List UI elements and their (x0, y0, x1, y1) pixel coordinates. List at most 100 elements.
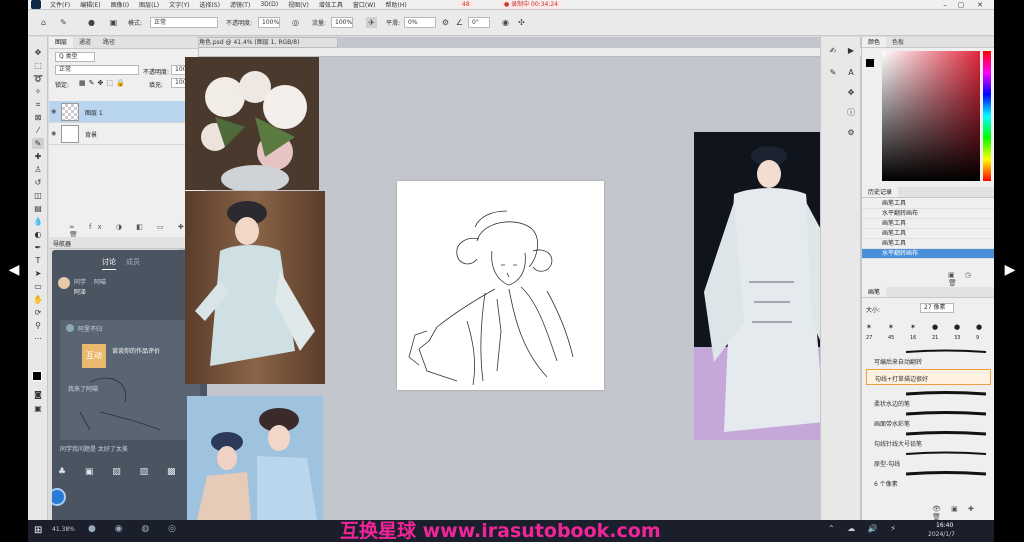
recording-chip-1[interactable]: 48 (458, 1, 474, 9)
crop-tool-icon[interactable]: ⌗ (32, 99, 44, 110)
brush-item[interactable]: 6 个像素 (866, 471, 991, 488)
tab-history[interactable]: 历史记录 (862, 187, 899, 197)
move-tool-icon[interactable]: ✥ (32, 47, 44, 58)
brush-item[interactable]: 可编后来自动翻转 (866, 349, 991, 366)
layer-row[interactable]: ◉ 背景 (49, 123, 199, 145)
menu-layer[interactable]: 图层(L) (134, 0, 164, 9)
recording-timer-chip[interactable]: ● 录制中 00:34:24 (500, 1, 562, 9)
symmetry-icon[interactable]: ✣ (516, 17, 527, 28)
marquee-tool-icon[interactable]: ⬚ (32, 60, 44, 71)
rotate-view-tool-icon[interactable]: ⟳ (32, 307, 44, 318)
navigator-title[interactable]: 导航器 (53, 239, 71, 248)
previous-arrow-icon[interactable]: ◀ (6, 262, 22, 278)
brush-tool-icon[interactable]: ✎ (32, 138, 44, 149)
history-step-current[interactable]: 水平翻转画布 (862, 249, 994, 259)
healing-tool-icon[interactable]: ✚ (32, 151, 44, 162)
opacity-input[interactable]: 100% (258, 17, 280, 28)
brush-panel-action-icons[interactable]: 👁 ▣ ✚ 🗑 (932, 505, 994, 521)
brush-preset-icon[interactable]: ● (86, 17, 97, 28)
tab-discussion[interactable]: 讨论 (102, 257, 116, 270)
brush-item-selected[interactable]: 勾线+打草描边很好 (866, 369, 991, 385)
brush-settings-icon[interactable]: ▣ (108, 17, 119, 28)
shape-tool-icon[interactable]: ▭ (32, 281, 44, 292)
close-icon[interactable]: ✕ (973, 0, 987, 10)
history-step[interactable]: 画笔工具 (862, 219, 994, 229)
color-foreground-swatch[interactable] (866, 59, 874, 67)
menu-help[interactable]: 帮助(H) (381, 0, 412, 9)
menu-3d[interactable]: 3D(D) (255, 1, 283, 8)
brush-settings-panel-icon[interactable]: ✍ (827, 45, 839, 56)
eraser-tool-icon[interactable]: ◫ (32, 190, 44, 201)
tab-color[interactable]: 颜色 (862, 37, 887, 47)
start-menu-icon[interactable]: ⊞ (34, 525, 42, 536)
smoothing-settings-icon[interactable]: ⚙ (440, 17, 451, 28)
visibility-eye-icon[interactable]: ◉ (51, 108, 56, 115)
screen-mode-icon[interactable]: ▣ (32, 403, 44, 414)
pressure-opacity-icon[interactable]: ◎ (290, 17, 301, 28)
brush-tool-icon[interactable]: ✎ (58, 17, 69, 28)
info-panel-icon[interactable]: ⓘ (845, 107, 857, 118)
menu-window[interactable]: 窗口(W) (348, 0, 381, 9)
home-icon[interactable]: ⌂ (38, 17, 49, 28)
tab-swatches[interactable]: 色板 (886, 37, 910, 47)
lasso-tool-icon[interactable]: ➰ (32, 73, 44, 84)
chat-card[interactable]: 阿里不归 互动 谈谈你的作品评价 我来了阿喵 (60, 320, 200, 440)
brush-item[interactable]: 柔状水边的笔 (866, 391, 991, 408)
menu-edit[interactable]: 编辑(E) (75, 0, 105, 9)
menu-view[interactable]: 视图(V) (283, 0, 314, 9)
reference-photo-peonies[interactable] (185, 57, 319, 190)
flow-input[interactable]: 100% (331, 17, 353, 28)
stamp-tool-icon[interactable]: ♙ (32, 164, 44, 175)
layer-row[interactable]: ◉ 图层 1 (49, 101, 199, 123)
hand-tool-icon[interactable]: ✋ (32, 294, 44, 305)
blur-tool-icon[interactable]: 💧 (32, 216, 44, 227)
menu-file[interactable]: 文件(F) (45, 0, 75, 9)
smoothing-input[interactable]: 0% (404, 17, 436, 28)
menu-image[interactable]: 图像(I) (106, 0, 134, 9)
airbrush-icon[interactable]: ✈ (366, 17, 377, 28)
menu-filter[interactable]: 滤镜(T) (225, 0, 255, 9)
quick-mask-icon[interactable]: ◙ (32, 389, 44, 400)
menu-select[interactable]: 选择(S) (194, 0, 225, 9)
reference-photo-performers-2[interactable] (187, 396, 323, 520)
tab-brushes[interactable]: 画笔 (862, 287, 887, 297)
quick-select-tool-icon[interactable]: ✧ (32, 86, 44, 97)
next-arrow-icon[interactable]: ▶ (1002, 262, 1018, 278)
maximize-icon[interactable]: ▢ (954, 0, 968, 10)
tab-paths[interactable]: 路径 (97, 37, 121, 48)
tab-layers[interactable]: 图层 (49, 37, 74, 48)
history-step[interactable]: 画笔工具 (862, 239, 994, 249)
blend-mode-select[interactable]: 正常 (55, 65, 139, 75)
history-step[interactable]: 画笔工具 (862, 229, 994, 239)
chat-toolbar-icons[interactable]: ♣ ▣ ▨ ▧ ▩ (58, 467, 184, 477)
history-action-icons[interactable]: ▣ ◷ 🗑 (948, 271, 994, 287)
path-select-tool-icon[interactable]: ➤ (32, 268, 44, 279)
record-button[interactable] (52, 488, 66, 506)
color-picker-field[interactable] (882, 51, 980, 181)
minimize-icon[interactable]: – (938, 0, 952, 10)
glyph-panel-icon[interactable]: ⚙ (845, 127, 857, 138)
brush-item[interactable]: 勾线针线大号铅笔 (866, 431, 991, 448)
history-step[interactable]: 画笔工具 (862, 199, 994, 209)
angle-input[interactable]: 0° (468, 17, 490, 28)
system-tray-icons[interactable]: ⌃ ☁ 🔊 ⚡ (828, 524, 901, 533)
pen-tool-icon[interactable]: ✒ (32, 242, 44, 253)
zoom-tool-icon[interactable]: ⚲ (32, 320, 44, 331)
history-step[interactable]: 水平翻转画布 (862, 209, 994, 219)
brush-item[interactable]: 画面带水彩笔 (866, 411, 991, 428)
brush-item[interactable]: 原型-勾线 (866, 451, 991, 468)
tab-channels[interactable]: 通道 (73, 37, 97, 48)
mode-select[interactable]: 正常 (150, 17, 218, 28)
visibility-eye-icon[interactable]: ◉ (51, 130, 56, 137)
menu-plugins[interactable]: 增效工具 (314, 0, 348, 9)
pressure-size-icon[interactable]: ◉ (500, 17, 511, 28)
type-tool-icon[interactable]: T (32, 255, 44, 266)
lock-icons[interactable]: ▦✎✥⬚🔒 (79, 79, 128, 87)
reference-photo-performer-1[interactable] (185, 191, 325, 384)
more-tools-icon[interactable]: ⋯ (32, 333, 44, 344)
menu-type[interactable]: 文字(Y) (164, 0, 194, 9)
brush-panel-icon[interactable]: ✎ (827, 67, 839, 78)
layer-filter-select[interactable]: Q 类型 (55, 52, 95, 62)
brush-preset-strip[interactable]: ✶ 27 ✶ 45 ✶ 16 ● 21 ● 33 ● 9 (866, 323, 991, 345)
document-tab[interactable]: 京剧角色.psd @ 41.4% (图层 1, RGB/8) (182, 37, 338, 48)
